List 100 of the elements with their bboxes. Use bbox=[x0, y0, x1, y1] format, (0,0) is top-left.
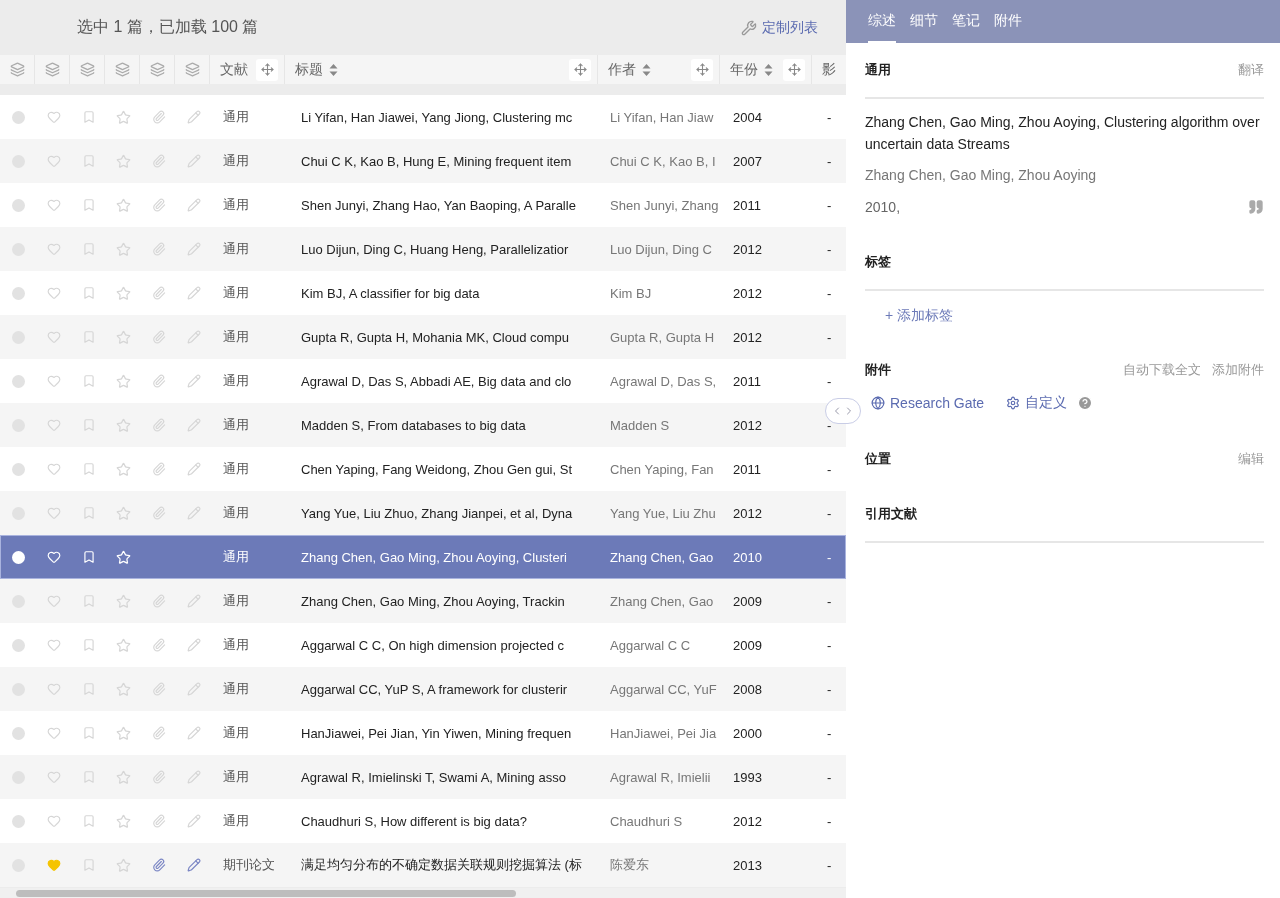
paperclip-icon[interactable] bbox=[151, 858, 166, 872]
detail-tab[interactable]: 细节 bbox=[910, 0, 938, 43]
sort-icon[interactable] bbox=[764, 62, 773, 77]
detail-tab[interactable]: 笔记 bbox=[952, 0, 980, 43]
title-cell-text: 满足均匀分布的不确定数据关联规则挖掘算法 (标 bbox=[300, 856, 583, 874]
attachment-action-link[interactable]: 添加附件 bbox=[1212, 361, 1264, 379]
star-icon[interactable] bbox=[116, 417, 131, 433]
move-column-button[interactable] bbox=[256, 58, 278, 81]
layers-icon[interactable] bbox=[79, 62, 95, 77]
move-column-button[interactable] bbox=[691, 58, 713, 81]
star-icon[interactable] bbox=[116, 637, 131, 653]
star-icon[interactable] bbox=[116, 461, 131, 477]
layers-icon[interactable] bbox=[9, 62, 25, 77]
layers-icon[interactable] bbox=[184, 62, 200, 77]
impact-cell-text: - bbox=[826, 813, 833, 829]
year-cell-text: 2000 bbox=[732, 725, 763, 741]
column-header[interactable]: 标题 bbox=[295, 60, 338, 79]
star-icon[interactable] bbox=[116, 241, 131, 257]
reference-row[interactable]: 通用 Chaudhuri S, How different is big data? Chaudhuri S 2012 - bbox=[0, 799, 846, 843]
detail-tab[interactable]: 综述 bbox=[868, 0, 896, 43]
reference-row[interactable]: 通用 Chui C K, Kao B, Hung E, Mining frequent item Chui C K, Kao B, I 2007 - bbox=[0, 139, 846, 183]
help-icon[interactable] bbox=[1077, 395, 1094, 411]
title-cell-text: Zhang Chen, Gao Ming, Zhou Aoying, Trackin bbox=[300, 593, 566, 609]
sort-icon[interactable] bbox=[642, 62, 651, 77]
customize-list-button[interactable]: 定制列表 bbox=[741, 18, 818, 37]
reference-row[interactable]: 通用 Agrawal D, Das S, Abbadi AE, Big data and clo Agrawal D, Das S, 2011 - bbox=[0, 359, 846, 403]
detail-tab[interactable]: 附件 bbox=[994, 0, 1022, 43]
star-icon[interactable] bbox=[116, 857, 131, 873]
reference-row[interactable]: 通用 Li Yifan, Han Jiawei, Yang Jiong, Clustering mc Li Yifan, Han Jiaw 2004 - bbox=[0, 95, 846, 139]
source-link[interactable]: 自定义 bbox=[1006, 394, 1068, 412]
reference-row[interactable]: 通用 Aggarwal CC, YuP S, A framework for clusterir Aggarwal CC, YuF 2008 - bbox=[0, 667, 846, 711]
star-icon[interactable] bbox=[116, 153, 131, 169]
reference-row[interactable]: 通用 Zhang Chen, Gao Ming, Zhou Aoying, Trackin Zhang Chen, Gao 2009 - bbox=[0, 579, 846, 623]
reference-row[interactable]: 通用 Zhang Chen, Gao Ming, Zhou Aoying, Clusteri Zhang Chen, Gao 2010 - bbox=[0, 535, 846, 579]
reference-row[interactable]: 通用 Yang Yue, Liu Zhuo, Zhang Jianpei, et al, Dyna Yang Yue, Liu Zhu 2012 - bbox=[0, 491, 846, 535]
reference-row[interactable]: 通用 Agrawal R, Imielinski T, Swami A, Mining asso Agrawal R, Imielii 1993 - bbox=[0, 755, 846, 799]
author-cell-text: Aggarwal C C bbox=[609, 637, 692, 653]
impact-cell-text: - bbox=[826, 417, 833, 433]
star-icon[interactable] bbox=[116, 769, 131, 785]
star-icon[interactable] bbox=[116, 329, 131, 345]
star-icon[interactable] bbox=[116, 285, 131, 301]
read-dot[interactable] bbox=[12, 198, 25, 212]
move-column-button[interactable] bbox=[783, 58, 805, 81]
star-icon[interactable] bbox=[116, 725, 131, 741]
impact-cell-text: - bbox=[826, 153, 833, 169]
type-cell-text: 通用 bbox=[222, 680, 250, 698]
star-icon[interactable] bbox=[116, 197, 131, 213]
move-column-button[interactable] bbox=[569, 58, 591, 81]
edit-link[interactable]: 编辑 bbox=[1238, 450, 1264, 468]
read-dot[interactable] bbox=[12, 814, 25, 828]
layers-icon[interactable] bbox=[149, 62, 165, 77]
read-dot[interactable] bbox=[12, 726, 25, 740]
author-cell-text: Zhang Chen, Gao bbox=[609, 549, 715, 565]
year-cell-text: 1993 bbox=[732, 769, 763, 785]
wrench-icon bbox=[741, 19, 757, 36]
star-icon[interactable] bbox=[116, 593, 131, 609]
horizontal-scrollbar[interactable] bbox=[0, 888, 846, 898]
section-heading: 通用 bbox=[865, 61, 891, 79]
reference-row[interactable]: 通用 HanJiawei, Pei Jian, Yin Yiwen, Mining frequen HanJiawei, Pei Jia 2000 - bbox=[0, 711, 846, 755]
layers-icon[interactable] bbox=[44, 62, 60, 77]
read-dot[interactable] bbox=[12, 286, 25, 300]
section-heading: 标签 bbox=[865, 253, 891, 271]
type-cell-text: 通用 bbox=[222, 108, 250, 126]
read-dot[interactable] bbox=[12, 638, 25, 652]
read-dot[interactable] bbox=[12, 110, 25, 124]
reference-row[interactable]: 期刊论文 满足均匀分布的不确定数据关联规则挖掘算法 (标 陈爱东 2013 - bbox=[0, 843, 846, 887]
reference-row[interactable]: 通用 Shen Junyi, Zhang Hao, Yan Baoping, A Paralle Shen Junyi, Zhang 2011 - bbox=[0, 183, 846, 227]
attachment-action-link[interactable]: 自动下载全文 bbox=[1123, 361, 1201, 379]
reference-row[interactable]: 通用 Luo Dijun, Ding C, Huang Heng, Parallelizatior Luo Dijun, Ding C 2012 - bbox=[0, 227, 846, 271]
star-icon[interactable] bbox=[116, 373, 131, 389]
star-icon[interactable] bbox=[116, 505, 131, 521]
layers-icon[interactable] bbox=[114, 62, 130, 77]
reference-row[interactable]: 通用 Gupta R, Gupta H, Mohania MK, Cloud compu Gupta R, Gupta H 2012 - bbox=[0, 315, 846, 359]
impact-cell-text: - bbox=[826, 637, 833, 653]
column-header[interactable]: 影 bbox=[822, 60, 836, 79]
reference-row[interactable]: 通用 Chen Yaping, Fang Weidong, Zhou Gen gui, St Chen Yaping, Fan 2011 - bbox=[0, 447, 846, 491]
column-header[interactable]: 年份 bbox=[730, 60, 773, 79]
author-cell-text: Madden S bbox=[609, 417, 671, 433]
reference-row[interactable]: 通用 Aggarwal C C, On high dimension projected c Aggarwal C C 2009 - bbox=[0, 623, 846, 667]
column-header[interactable]: 文献 bbox=[220, 60, 248, 79]
pencil-icon[interactable] bbox=[186, 858, 201, 872]
read-dot[interactable] bbox=[12, 550, 25, 564]
sort-icon[interactable] bbox=[329, 62, 338, 77]
add-tag-button[interactable]: + 添加标签 bbox=[885, 307, 954, 325]
read-dot[interactable] bbox=[12, 374, 25, 388]
star-icon[interactable] bbox=[116, 109, 131, 125]
move-icon bbox=[787, 63, 801, 76]
star-icon[interactable] bbox=[116, 681, 131, 697]
reference-row[interactable]: 通用 Kim BJ, A classifier for big data Kim BJ 2012 - bbox=[0, 271, 846, 315]
read-dot[interactable] bbox=[12, 462, 25, 476]
source-link[interactable]: Research Gate bbox=[871, 395, 985, 411]
quote-icon[interactable] bbox=[1248, 199, 1264, 215]
translate-link[interactable]: 翻译 bbox=[1238, 61, 1264, 79]
star-icon[interactable] bbox=[116, 813, 131, 829]
column-header[interactable]: 作者 bbox=[608, 60, 651, 79]
type-cell-text: 通用 bbox=[222, 328, 250, 346]
title-cell-text: Gupta R, Gupta H, Mohania MK, Cloud compu bbox=[300, 329, 571, 345]
impact-cell-text: - bbox=[826, 109, 833, 125]
reference-row[interactable]: 通用 Madden S, From databases to big data Madden S 2012 - bbox=[0, 403, 846, 447]
bookmark-icon[interactable] bbox=[81, 550, 96, 564]
